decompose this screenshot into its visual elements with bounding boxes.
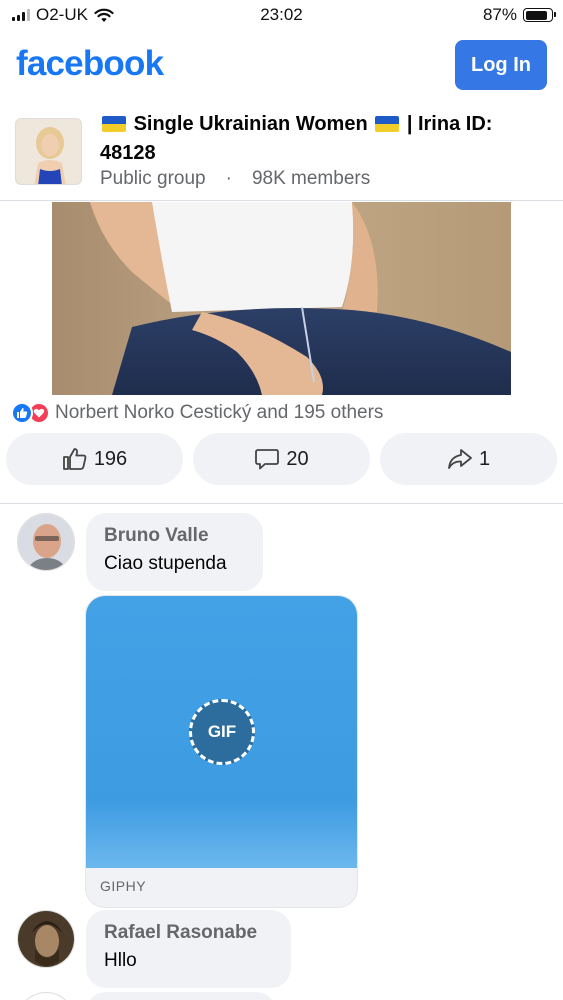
group-title[interactable]: Single Ukrainian Women | Irina ID: 48128 [100,110,550,168]
gif-attachment[interactable]: GIF GIPHY [85,595,358,908]
comment-icon [254,447,280,471]
commenter-avatar[interactable] [17,992,75,1000]
divider [0,200,563,201]
commenter-avatar[interactable] [17,910,75,968]
reactions-text: Norbert Norko Cestický and 195 others [55,402,384,423]
status-time: 23:02 [260,5,303,24]
comment-text: Ciao stupenda [104,553,227,574]
commenter-avatar[interactable] [17,513,75,571]
status-right: 87% [482,5,556,25]
group-avatar[interactable] [15,118,82,185]
divider [0,503,563,504]
login-button[interactable]: Log In [455,40,547,90]
comment-bubble [86,992,276,1000]
comment-author[interactable]: Rafael Rasonabe [104,920,273,946]
meta-separator: · [225,168,232,189]
ukraine-flag-icon [375,116,400,132]
gif-preview[interactable]: GIF [86,596,357,868]
post-photo[interactable] [52,202,511,395]
gif-play-button[interactable]: GIF [189,699,255,765]
reactions-summary[interactable]: Norbert Norko Cestický and 195 others [11,402,383,424]
share-icon [447,447,473,471]
battery-level [525,10,548,20]
share-count: 1 [478,447,491,470]
like-button[interactable]: 196 [6,433,183,485]
thumbs-up-icon [62,447,88,471]
share-button[interactable]: 1 [380,433,557,485]
group-members[interactable]: 98K members [252,168,370,190]
status-bar: O2-UK 23:02 87% [0,0,563,30]
group-meta: Public group · 98K members [100,168,370,190]
like-count: 196 [93,447,128,470]
comment-count: 20 [286,447,309,470]
battery-icon [523,8,556,22]
comment-author[interactable]: Bruno Valle [104,523,245,549]
comment-bubble: Bruno Valle Ciao stupenda [86,513,263,591]
group-title-main: Single Ukrainian Women [133,113,368,135]
gif-source-label: GIPHY [100,878,147,894]
comment-button[interactable]: 20 [193,433,370,485]
comment-bubble: Rafael Rasonabe Hllo [86,910,291,988]
group-privacy: Public group [100,168,206,189]
like-reaction-icon [11,402,33,424]
facebook-logo[interactable]: facebook [16,44,164,84]
comment-text: Hllo [104,950,137,971]
ukraine-flag-icon [102,116,126,132]
battery-percent: 87% [482,5,517,24]
